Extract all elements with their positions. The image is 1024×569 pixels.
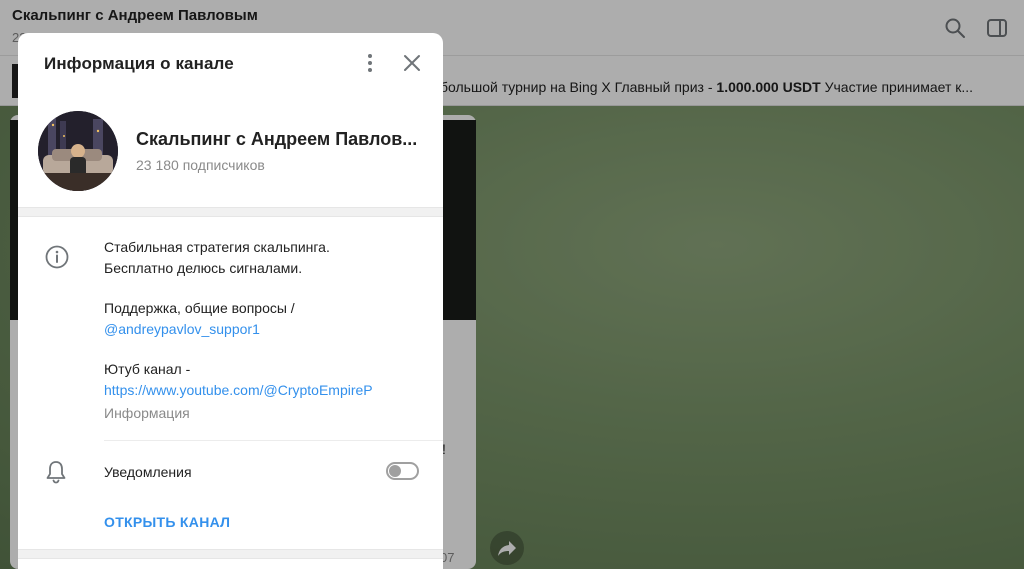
section-divider [18,207,443,217]
notifications-label: Уведомления [104,464,192,480]
bell-icon [46,461,66,484]
open-channel-button[interactable]: ОТКРЫТЬ КАНАЛ [104,514,230,530]
description-line: Ютуб канал - [104,361,191,377]
description-line: Стабильная стратегия скальпинга. [104,239,330,255]
modal-header: Информация о канале [18,33,443,95]
more-vertical-icon[interactable] [358,51,382,75]
row-divider [104,440,443,441]
modal-title: Информация о канале [44,54,234,73]
notifications-toggle[interactable] [386,462,419,480]
description-line: Бесплатно делюсь сигналами. [104,260,303,276]
description-line: Поддержка, общие вопросы / [104,300,295,316]
avatar[interactable] [38,111,118,191]
youtube-link[interactable]: https://www.youtube.com/@CryptoEmpireP [104,380,424,401]
description-label: Информация [104,405,190,421]
info-icon [45,245,69,269]
channel-description: Стабильная стратегия скальпинга. Бесплат… [104,237,424,401]
channel-name: Скальпинг с Андреем Павлов... [136,129,418,149]
subscriber-count: 23 180 подписчиков [136,157,265,173]
toggle-knob [389,465,401,477]
channel-profile: Скальпинг с Андреем Павлов... 23 180 под… [18,95,443,207]
channel-info-modal: Информация о канале Скальпинг с Андреем … [18,33,443,569]
close-icon[interactable] [400,51,424,75]
support-username-link[interactable]: @andreypavlov_suppor1 [104,319,424,340]
section-divider [18,549,443,559]
